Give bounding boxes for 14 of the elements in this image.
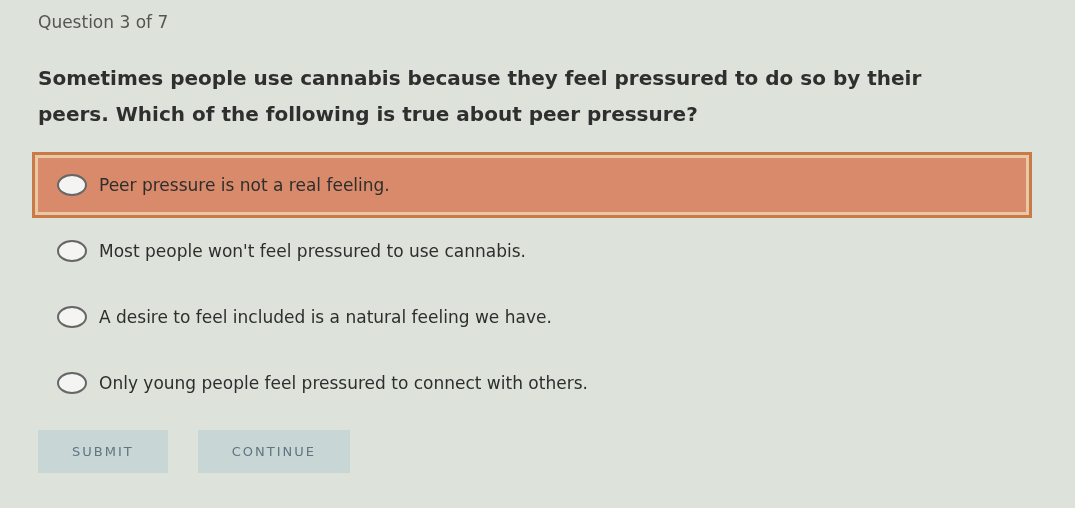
answer-option[interactable]: A desire to feel included is a natural feeling we have. — [32, 284, 1032, 350]
option-label: Peer pressure is not a real feeling. — [99, 175, 390, 195]
option-label: Only young people feel pressured to connect with others. — [99, 373, 588, 393]
radio-button[interactable] — [57, 174, 87, 196]
radio-button[interactable] — [57, 240, 87, 262]
option-label: A desire to feel included is a natural feeling we have. — [99, 307, 552, 327]
radio-button[interactable] — [57, 372, 87, 394]
question-counter: Question 3 of 7 — [38, 12, 170, 34]
answer-option[interactable]: Peer pressure is not a real feeling. — [32, 152, 1032, 218]
question-text: Sometimes people use cannabis because they feel pressured to do so by their peers. Which of the following is true about peer pressure? — [38, 65, 923, 128]
answer-option[interactable]: Most people won't feel pressured to use cannabis. — [32, 218, 1032, 284]
radio-button[interactable] — [57, 306, 87, 328]
option-label: Most people won't feel pressured to use cannabis. — [99, 241, 526, 261]
answer-option[interactable]: Only young people feel pressured to connect with others. — [32, 350, 1032, 416]
